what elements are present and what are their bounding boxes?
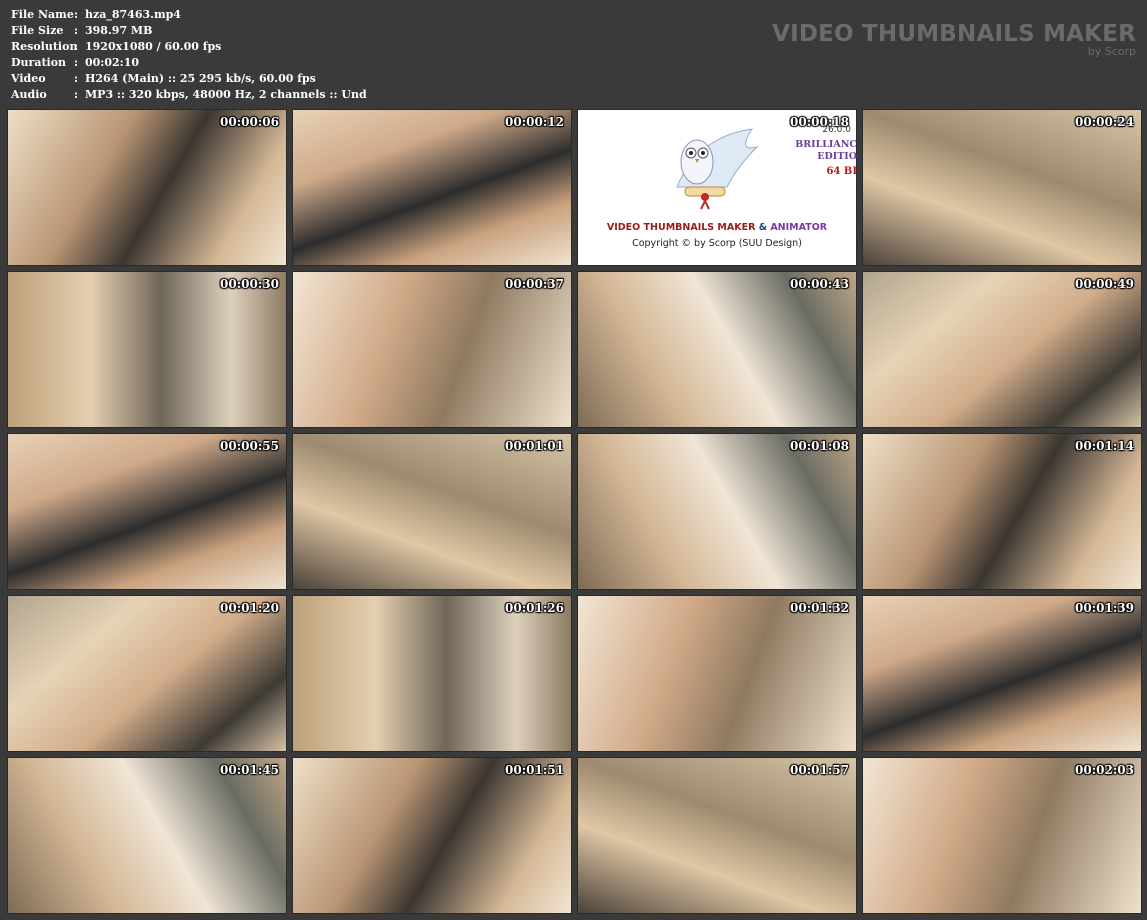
thumbnail-timestamp: 00:01:26 xyxy=(505,601,564,615)
file-info-value: 398.97 MB xyxy=(85,24,153,37)
thumbnail: 00:00:12 xyxy=(292,109,572,266)
file-info-separator: : xyxy=(74,88,79,101)
thumbnail: 00:00:30 xyxy=(7,271,287,428)
thumbnail: 00:01:51 xyxy=(292,757,572,914)
logo-title: VIDEO THUMBNAILS MAKER & ANIMATOR xyxy=(577,222,857,233)
file-info-label: File Name xyxy=(11,8,74,21)
thumbnail-timestamp: 00:01:08 xyxy=(790,439,849,453)
thumbnail: 00:01:08 xyxy=(577,433,857,590)
file-info-label: File Size xyxy=(11,24,64,37)
header: File Name : hza_87463.mp4 File Size : 39… xyxy=(0,0,1147,108)
thumbnail: 00:00:24 xyxy=(862,109,1142,266)
thumbnail: 00:01:32 xyxy=(577,595,857,752)
thumbnail-logo: 00:00:18 26.0.0 BRILLIANC EDITIO 64 BI V… xyxy=(577,109,857,266)
file-info-value: 1920x1080 / 60.00 fps xyxy=(85,40,222,53)
thumbnail-timestamp: 00:02:03 xyxy=(1075,763,1134,777)
thumbnail: 00:01:20 xyxy=(7,595,287,752)
file-info-value: 00:02:10 xyxy=(85,56,140,69)
thumbnail-timestamp: 00:00:12 xyxy=(505,115,564,129)
file-info-value: hza_87463.mp4 xyxy=(85,8,181,21)
file-info-row: Video : H264 (Main) :: 25 295 kb/s, 60.0… xyxy=(11,71,367,87)
file-info-separator: : xyxy=(74,40,79,53)
file-info-label: Video xyxy=(11,72,46,85)
logo-edition-line: BRILLIANC xyxy=(795,139,857,150)
thumbnail-timestamp: 00:00:37 xyxy=(505,277,564,291)
thumbnail-timestamp: 00:01:01 xyxy=(505,439,564,453)
file-info-separator: : xyxy=(74,8,79,21)
thumbnail: 00:01:39 xyxy=(862,595,1142,752)
thumbnail-timestamp: 00:01:14 xyxy=(1075,439,1134,453)
file-info-row: File Name : hza_87463.mp4 xyxy=(11,7,367,23)
file-info-separator: : xyxy=(74,56,79,69)
thumbnail: 00:00:37 xyxy=(292,271,572,428)
logo-edition: BRILLIANC EDITIO xyxy=(795,139,857,163)
logo-edition-line: EDITIO xyxy=(817,151,857,162)
thumbnail-timestamp: 00:01:39 xyxy=(1075,601,1134,615)
file-info-label: Duration xyxy=(11,56,67,69)
file-info-row: File Size : 398.97 MB xyxy=(11,23,367,39)
file-info-separator: : xyxy=(74,72,79,85)
logo-copyright: Copyright © by Scorp (SUU Design) xyxy=(632,238,802,249)
file-info-table: File Name : hza_87463.mp4 File Size : 39… xyxy=(11,7,367,103)
logo-title-part: & xyxy=(755,222,771,233)
thumbnail-timestamp: 00:00:06 xyxy=(220,115,279,129)
logo-bits: 64 BI xyxy=(826,166,857,177)
thumbnail: 00:02:03 xyxy=(862,757,1142,914)
thumbnail: 00:00:55 xyxy=(7,433,287,590)
thumbnail-timestamp: 00:01:45 xyxy=(220,763,279,777)
thumbnail-grid: 00:00:06 00:00:12 00:00:18 26.0.0 BRILLI… xyxy=(7,109,1142,917)
thumbnail-timestamp: 00:00:55 xyxy=(220,439,279,453)
thumbnail: 00:01:57 xyxy=(577,757,857,914)
thumbnail-timestamp: 00:00:49 xyxy=(1075,277,1134,291)
file-info-row: Resolution : 1920x1080 / 60.00 fps xyxy=(11,39,367,55)
thumbnail: 00:01:14 xyxy=(862,433,1142,590)
thumbnail-timestamp: 00:01:51 xyxy=(505,763,564,777)
thumbnail: 00:01:01 xyxy=(292,433,572,590)
file-info-row: Duration : 00:02:10 xyxy=(11,55,367,71)
thumbnail: 00:01:45 xyxy=(7,757,287,914)
brand-watermark: VIDEO THUMBNAILS MAKER by Scorp xyxy=(772,21,1136,58)
brand-title: VIDEO THUMBNAILS MAKER xyxy=(772,21,1136,47)
thumbnail-timestamp: 00:00:24 xyxy=(1075,115,1134,129)
logo-title-part: VIDEO THUMBNAILS MAKER xyxy=(606,222,756,233)
file-info-label: Resolution xyxy=(11,40,78,53)
owl-logo-icon xyxy=(676,128,759,210)
file-info-value: MP3 :: 320 kbps, 48000 Hz, 2 channels ::… xyxy=(85,88,367,101)
thumbnail-timestamp: 00:01:32 xyxy=(790,601,849,615)
thumbnail-timestamp: 00:00:30 xyxy=(220,277,279,291)
thumbnail: 00:00:49 xyxy=(862,271,1142,428)
thumbnail-timestamp: 00:01:57 xyxy=(790,763,849,777)
thumbnail: 00:01:26 xyxy=(292,595,572,752)
thumbnail: 00:00:06 xyxy=(7,109,287,266)
file-info-label: Audio xyxy=(11,88,47,101)
thumbnail: 00:00:43 xyxy=(577,271,857,428)
thumbnail-timestamp: 00:00:43 xyxy=(790,277,849,291)
file-info-separator: : xyxy=(74,24,79,37)
file-info-value: H264 (Main) :: 25 295 kb/s, 60.00 fps xyxy=(85,72,316,85)
logo-title-part: ANIMATOR xyxy=(770,222,828,233)
file-info-row: Audio : MP3 :: 320 kbps, 48000 Hz, 2 cha… xyxy=(11,87,367,103)
logo-version: 26.0.0 xyxy=(822,125,851,135)
thumbnail-timestamp: 00:01:20 xyxy=(220,601,279,615)
